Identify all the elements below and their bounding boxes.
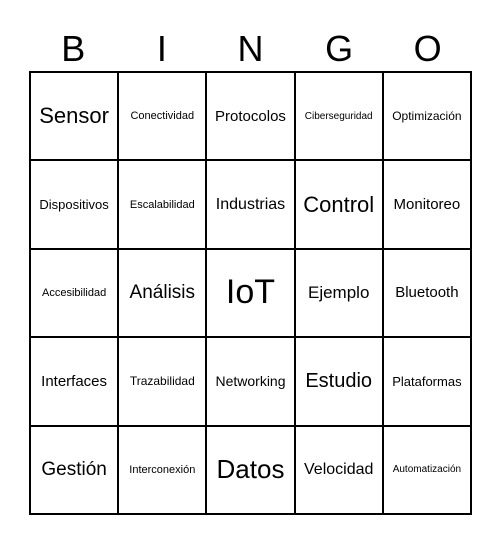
bingo-cell[interactable]: Optimización [382,72,471,161]
bingo-cell[interactable]: Conectividad [118,72,207,161]
bingo-cell[interactable]: Plataformas [382,337,471,426]
bingo-cell[interactable]: Protocolos [206,72,295,161]
bingo-cell[interactable]: Accesibilidad [30,248,119,338]
bingo-cell[interactable]: Análisis [118,248,207,338]
bingo-cell[interactable]: Control [294,160,383,249]
bingo-cell[interactable]: Monitoreo [382,160,471,249]
bingo-cell[interactable]: Interconexión [118,425,207,514]
bingo-cell[interactable]: Escalabilidad [118,160,207,249]
bingo-cell[interactable]: Trazabilidad [118,337,207,426]
bingo-cell[interactable]: Velocidad [294,425,383,514]
bingo-header: B I N G O [29,28,472,70]
bingo-cell[interactable]: Interfaces [30,337,119,426]
bingo-cell[interactable]: Ejemplo [294,248,383,338]
bingo-cell[interactable]: Industrias [206,160,295,249]
bingo-cell[interactable]: Dispositivos [30,160,119,249]
bingo-cell[interactable]: Networking [206,337,295,426]
bingo-cell[interactable]: Ciberseguridad [294,72,383,161]
bingo-cell-free-center[interactable]: IoT [206,248,295,338]
bingo-cell[interactable]: Bluetooth [382,248,471,338]
bingo-cell[interactable]: Datos [206,425,295,514]
bingo-grid: Sensor Conectividad Protocolos Cibersegu… [29,71,472,515]
bingo-cell[interactable]: Estudio [294,337,383,426]
bingo-cell[interactable]: Gestión [30,425,119,514]
bingo-cell[interactable]: Sensor [30,72,119,161]
header-letter-b: B [61,28,86,69]
header-letter-i: I [156,28,167,69]
header-letter-o: O [413,28,442,69]
bingo-cell[interactable]: Automatización [382,425,471,514]
header-letter-g: G [325,28,354,69]
header-letter-n: N [237,28,264,69]
